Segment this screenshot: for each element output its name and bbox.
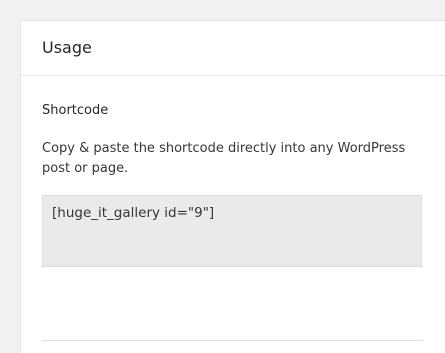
shortcode-description: Copy & paste the shortcode directly into… [42,141,406,176]
usage-panel: Usage Shortcode Copy & paste the shortco… [20,20,445,353]
shortcode-heading: Shortcode [42,103,109,118]
panel-body: Shortcode Copy & paste the shortcode dir… [21,103,445,267]
section-divider [42,340,423,341]
shortcode-textbox[interactable]: [huge_it_gallery id="9"] [42,195,422,267]
panel-title: Usage [42,38,92,57]
panel-header: Usage [21,21,445,76]
